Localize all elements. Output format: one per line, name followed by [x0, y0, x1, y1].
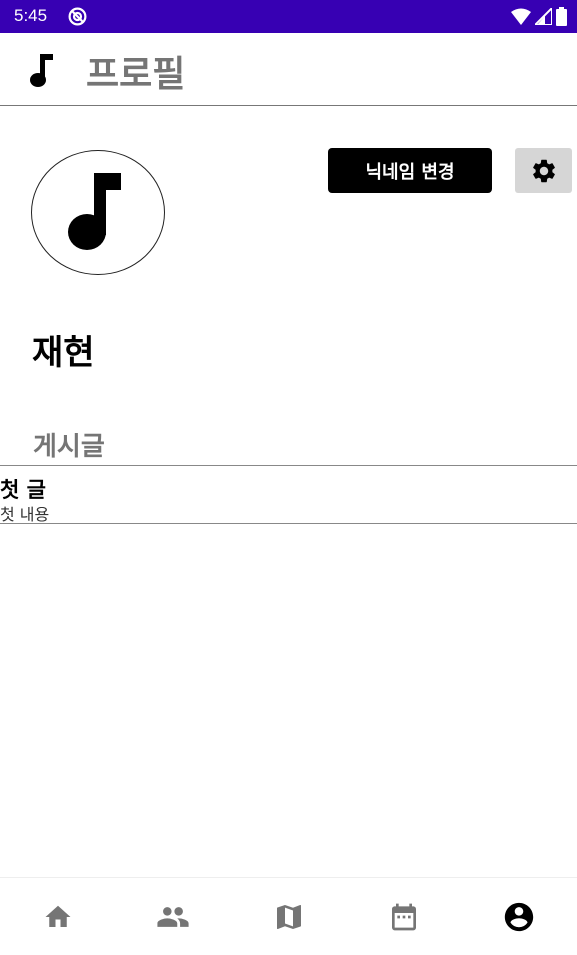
music-note-icon [30, 54, 53, 87]
post-title: 첫 글 [0, 478, 46, 502]
status-icons [511, 7, 567, 26]
avatar[interactable] [31, 150, 165, 275]
nav-item-home[interactable] [0, 878, 115, 955]
post-list: 첫 글 첫 내용 [0, 465, 577, 524]
nav-item-calendar[interactable] [346, 878, 461, 955]
change-nickname-label: 닉네임 변경 [365, 161, 455, 183]
account-circle-icon [505, 902, 534, 931]
nav-item-map[interactable] [231, 878, 346, 955]
status-time: 5:45 [14, 6, 48, 25]
nav-item-profile[interactable] [462, 878, 577, 955]
calendar-icon [391, 903, 416, 930]
gear-icon [532, 159, 555, 182]
page-title: 프로필 [86, 54, 186, 95]
battery-icon [556, 7, 567, 26]
map-icon [276, 904, 301, 929]
list-item[interactable]: 첫 글 첫 내용 [0, 466, 577, 524]
username: 재현 [32, 333, 95, 373]
music-note-icon [68, 173, 121, 250]
posts-section-title: 게시글 [33, 432, 105, 462]
nav-item-people[interactable] [115, 878, 230, 955]
app-bar: 프로필 [0, 33, 577, 106]
status-bar: 5:45 [0, 0, 577, 33]
wifi-icon [511, 8, 531, 25]
bottom-navigation [0, 877, 577, 955]
settings-button[interactable] [515, 148, 572, 193]
post-content: 첫 내용 [0, 505, 50, 524]
change-nickname-button[interactable]: 닉네임 변경 [328, 148, 492, 193]
home-icon [45, 905, 71, 927]
cell-signal-icon [535, 8, 552, 25]
sync-disabled-icon [68, 7, 87, 26]
people-icon [157, 906, 189, 927]
